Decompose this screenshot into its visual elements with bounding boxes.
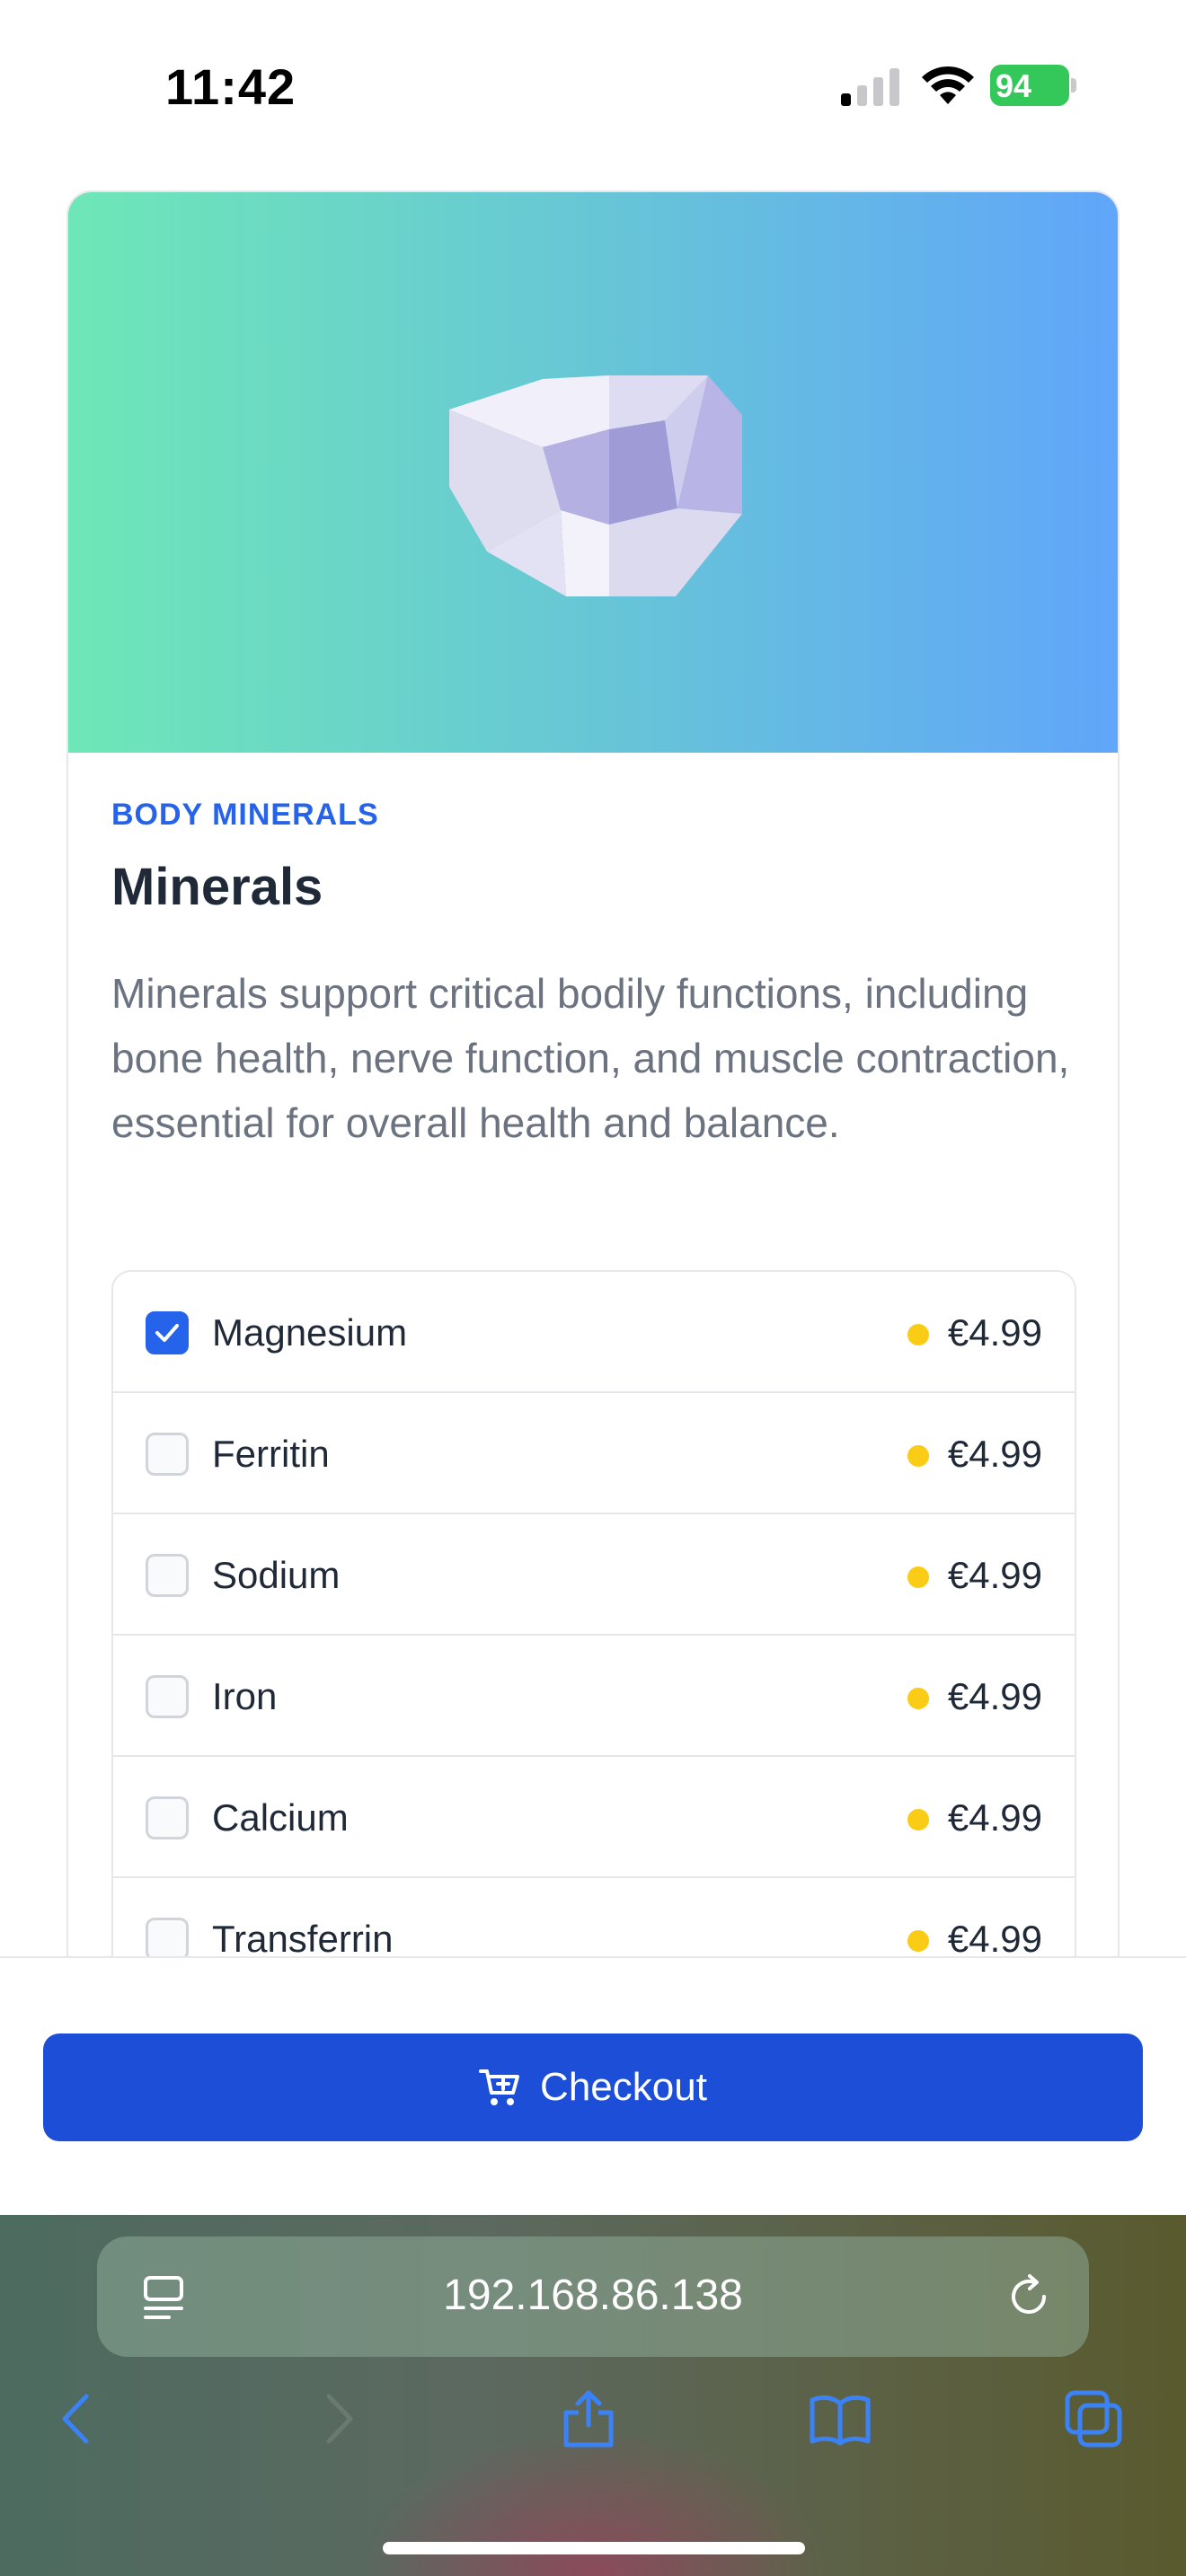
cart-plus-icon [479,2069,520,2105]
list-item[interactable]: Magnesium €4.99 [113,1272,1075,1393]
item-price: €4.99 [947,1918,1042,1960]
item-label: Transferrin [212,1918,394,1960]
item-label: Ferritin [212,1433,330,1475]
item-price: €4.99 [947,1433,1042,1475]
mineral-options-list: Magnesium €4.99 Ferritin €4.99 Sodium €4… [111,1270,1076,2001]
item-price: €4.99 [947,1311,1042,1354]
item-label: Magnesium [212,1311,408,1354]
home-indicator[interactable] [383,2542,805,2554]
browser-toolbar: 192.168.86.138 [0,2215,1186,2576]
signal-icon [841,68,899,106]
list-item[interactable]: Sodium €4.99 [113,1514,1075,1636]
back-icon[interactable] [47,2387,110,2450]
forward-icon[interactable] [305,2387,368,2450]
checkmark-icon [155,1324,179,1342]
price-dot-icon [907,1930,929,1952]
item-price: €4.99 [947,1554,1042,1596]
item-label: Calcium [212,1796,349,1839]
reload-icon[interactable] [1005,2272,1053,2321]
item-price: €4.99 [947,1675,1042,1717]
battery-level: 94 [996,67,1032,104]
address-bar[interactable]: 192.168.86.138 [97,2236,1089,2357]
price-dot-icon [907,1809,929,1831]
item-label: Sodium [212,1554,341,1596]
wifi-icon [922,66,974,104]
checkbox-sodium[interactable] [146,1554,189,1597]
list-item[interactable]: Iron €4.99 [113,1636,1075,1757]
checkbox-iron[interactable] [146,1675,189,1718]
bookmarks-icon[interactable] [809,2387,872,2450]
checkout-button[interactable]: Checkout [43,2033,1143,2141]
status-bar: 11:42 94 [0,0,1186,171]
price-dot-icon [907,1445,929,1467]
mineral-gem-icon [449,375,742,596]
item-price: €4.99 [947,1796,1042,1839]
price-dot-icon [907,1324,929,1345]
product-title: Minerals [111,858,323,916]
url-text: 192.168.86.138 [443,2272,743,2319]
checkout-label: Checkout [540,2065,707,2109]
price-dot-icon [907,1688,929,1709]
list-item[interactable]: Calcium €4.99 [113,1757,1075,1878]
checkbox-magnesium[interactable] [146,1311,189,1354]
status-time: 11:42 [165,58,296,115]
hero-banner [68,192,1118,753]
checkbox-transferrin[interactable] [146,1918,189,1961]
tabs-icon[interactable] [1062,2387,1125,2450]
checkbox-calcium[interactable] [146,1796,189,1839]
battery-charging-icon: 94 [990,65,1076,106]
product-card: BODY MINERALS Minerals Minerals support … [66,190,1120,2077]
share-icon[interactable] [557,2387,620,2450]
product-category: BODY MINERALS [111,798,379,832]
checkout-bar: Checkout [0,1956,1186,2215]
list-item[interactable]: Ferritin €4.99 [113,1393,1075,1514]
checkbox-ferritin[interactable] [146,1433,189,1476]
price-dot-icon [907,1566,929,1588]
product-description: Minerals support critical bodily functio… [111,970,1070,1146]
item-label: Iron [212,1675,278,1717]
